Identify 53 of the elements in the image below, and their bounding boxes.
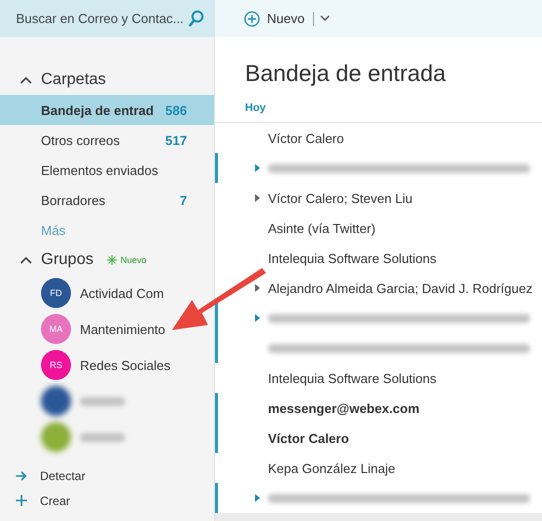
message-row[interactable]: messenger@webex.com <box>215 393 542 423</box>
sparkle-icon <box>107 255 118 265</box>
message-row[interactable]: Víctor Calero; Steven Liu <box>215 183 542 213</box>
expand-icon[interactable] <box>255 494 260 502</box>
sender-name: Kepa González Linaje <box>268 460 396 476</box>
plus-circle-icon <box>244 10 260 26</box>
message-row[interactable]: Asinte (vía Twitter) <box>215 213 542 243</box>
message-row[interactable]: Kepa González Linaje <box>215 453 542 483</box>
sender-name: Víctor Calero; Steven Liu <box>268 190 413 206</box>
search-icon[interactable] <box>188 10 204 28</box>
expand-icon[interactable] <box>255 194 260 202</box>
dropdown-icon[interactable] <box>320 15 330 22</box>
group-avatar: RS <box>41 350 71 380</box>
collapse-icon[interactable] <box>20 256 32 264</box>
group-item[interactable]: FD Actividad Com <box>0 275 214 311</box>
search-input[interactable]: Buscar en Correo y Contac... <box>16 11 186 26</box>
group-item[interactable]: MA Mantenimiento <box>0 311 214 347</box>
message-row[interactable]: Intelequia Software Solutions <box>215 243 542 273</box>
date-group-label: Hoy <box>245 102 266 114</box>
blurred-text <box>80 396 125 406</box>
folder-item[interactable]: Borradores 7 <box>0 185 214 215</box>
group-item[interactable]: RS Redes Sociales <box>0 347 214 383</box>
message-row[interactable]: Víctor Calero <box>215 123 542 153</box>
new-label: Nuevo <box>120 255 146 265</box>
sender-name: Víctor Calero <box>268 130 344 146</box>
sender-name: Alejandro Almeida Garcia; David J. Rodríguez <box>268 280 532 296</box>
folder-item[interactable]: Elementos enviados <box>0 155 214 185</box>
collapse-icon[interactable] <box>20 76 32 84</box>
message-row[interactable]: Intelequia Software Solutions <box>215 363 542 393</box>
plus-icon <box>16 495 27 506</box>
folders-heading: Carpetas <box>41 71 106 89</box>
sender-name: messenger@webex.com <box>268 400 420 416</box>
sender-name: Intelequia Software Solutions <box>268 250 436 266</box>
action-link[interactable]: Crear <box>0 488 70 513</box>
folder-item[interactable]: Otros correos 517 <box>0 125 214 155</box>
group-avatar: FD <box>41 278 71 308</box>
group-avatar: MA <box>41 314 71 344</box>
expand-icon[interactable] <box>255 164 260 172</box>
sender-name: Víctor Calero <box>268 430 349 446</box>
search-field[interactable]: Buscar en Correo y Contac... <box>0 0 214 37</box>
sender-name: Asinte (vía Twitter) <box>268 220 376 236</box>
new-button[interactable]: Nuevo <box>244 10 305 26</box>
expand-icon[interactable] <box>255 314 260 322</box>
blurred-text <box>80 432 125 442</box>
folder-item[interactable]: Bandeja de entrad 586 <box>0 95 214 125</box>
message-row[interactable]: Alejandro Almeida Garcia; David J. Rodríguez <box>215 273 542 303</box>
sender-name: Intelequia Software Solutions <box>268 370 436 386</box>
groups-heading: Grupos <box>41 251 94 269</box>
arrow-right-icon <box>16 470 27 480</box>
message-row[interactable]: Víctor Calero <box>215 423 542 453</box>
folder-title: Bandeja de entrada <box>245 59 447 88</box>
expand-icon[interactable] <box>255 284 260 292</box>
action-link[interactable]: Detectar <box>0 463 86 488</box>
